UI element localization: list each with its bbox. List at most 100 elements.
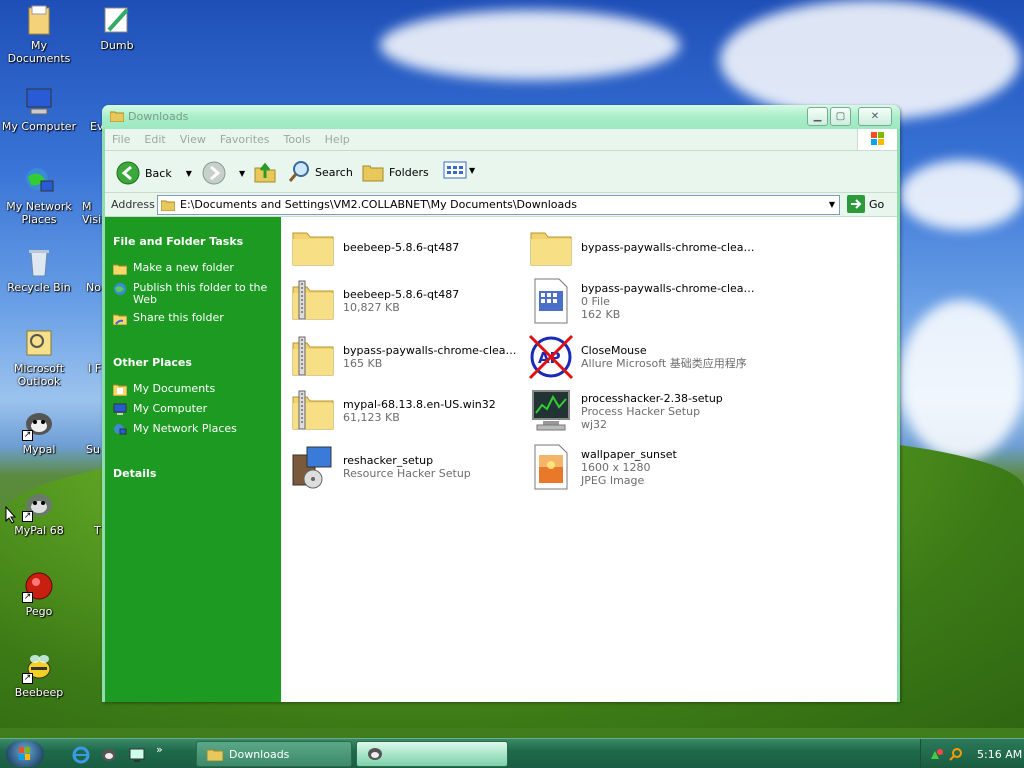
mypal-icon <box>368 748 382 760</box>
desktop-icon-beebeep[interactable]: ↗ Beebeep <box>0 651 78 699</box>
details-heading[interactable]: Details <box>113 467 156 480</box>
desktop-icon-label: Pego <box>25 605 53 618</box>
windows-logo-icon <box>857 129 897 150</box>
quick-launch-overflow-icon[interactable]: » <box>156 743 163 764</box>
internet-explorer-icon[interactable] <box>72 746 90 764</box>
menu-edit[interactable]: Edit <box>137 129 172 150</box>
address-input[interactable]: E:\Documents and Settings\VM2.COLLABNET\… <box>157 195 840 215</box>
network-places-icon <box>114 424 127 435</box>
up-folder-button[interactable] <box>253 160 277 184</box>
desktop-icon-label: My Network Places <box>6 200 72 226</box>
pego-icon: ↗ <box>22 570 55 603</box>
start-button[interactable] <box>6 741 44 767</box>
publish-folder-link[interactable]: Publish this folder to the Web <box>113 282 273 306</box>
up-folder-icon <box>254 162 276 183</box>
file-item[interactable]: bypass-paywalls-chrome-clean-3.... 0 File… <box>527 277 761 325</box>
desktop-icon-dumb[interactable]: Dumb <box>78 4 156 52</box>
file-item[interactable]: AP CloseMouseAllure Microsoft 基础类应用程序 <box>527 333 757 381</box>
task-label: Publish this folder to the Web <box>133 281 268 306</box>
go-arrow-icon <box>847 195 865 213</box>
file-item[interactable]: processhacker-2.38-setup Process Hacker S… <box>527 387 757 435</box>
chevron-down-icon[interactable]: ▼ <box>239 169 245 178</box>
my-network-places-link[interactable]: My Network Places <box>113 423 273 436</box>
place-label: My Computer <box>133 402 208 415</box>
my-computer-link[interactable]: My Computer <box>113 403 273 416</box>
search-tray-icon[interactable] <box>949 747 963 761</box>
chevron-down-icon[interactable]: ▼ <box>469 166 475 175</box>
taskbar-button-mypal[interactable] <box>356 741 508 767</box>
file-description: Resource Hacker Setup <box>343 467 471 480</box>
network-tray-icon[interactable] <box>929 747 943 761</box>
file-item[interactable]: beebeep-5.8.6-qt487 10,827 KB <box>289 277 519 325</box>
desktop-icon-outlook[interactable]: Microsoft Outlook <box>0 327 78 388</box>
zip-folder-icon <box>289 387 337 435</box>
mypal-icon[interactable] <box>100 746 118 764</box>
desktop-icon-label: I F <box>88 362 102 375</box>
desktop-icon-mypal[interactable]: ↗ Mypal <box>0 408 78 456</box>
folder-icon <box>110 111 124 122</box>
maximize-button[interactable]: ▢ <box>830 107 851 126</box>
clock[interactable]: 5:16 AM <box>977 748 1022 761</box>
desktop-icon-recycle-bin[interactable]: Recycle Bin <box>0 246 78 294</box>
file-item[interactable]: beebeep-5.8.6-qt487 <box>289 223 519 271</box>
go-button[interactable]: Go <box>847 195 884 213</box>
close-button[interactable]: ✕ <box>858 107 892 126</box>
title-bar[interactable]: Downloads ▁ ▢ ✕ <box>102 105 900 129</box>
desktop-icon-notepad[interactable]: No <box>84 246 102 294</box>
menu-file[interactable]: File <box>105 129 137 150</box>
mouse-cursor-icon <box>5 506 17 524</box>
file-item[interactable]: reshacker_setup Resource Hacker Setup <box>289 443 519 491</box>
desktop-icon-network-places[interactable]: My Network Places <box>0 165 78 226</box>
shortcut-arrow-icon: ↗ <box>22 592 33 603</box>
mypal-icon: ↗ <box>22 408 55 441</box>
wallpaper-cloud <box>900 160 1024 230</box>
file-name: CloseMouse <box>581 344 647 357</box>
outlook-icon <box>23 327 55 359</box>
back-arrow-icon <box>116 161 140 185</box>
file-item[interactable]: bypass-paywalls-chrome-clean-v... <box>527 223 761 271</box>
processhacker-icon <box>527 387 575 435</box>
recycle-bin-icon <box>23 246 55 278</box>
file-item[interactable]: wallpaper_sunset 1600 x 1280 JPEG Image <box>527 443 757 491</box>
make-new-folder-link[interactable]: Make a new folder <box>113 262 273 275</box>
image-dimensions: 1600 x 1280 <box>581 460 651 474</box>
back-button[interactable]: Back ▼ <box>115 160 192 186</box>
file-item[interactable]: mypal-68.13.8.en-US.win32 61,123 KB <box>289 387 519 435</box>
my-documents-icon <box>23 4 55 36</box>
taskbar-button-downloads[interactable]: Downloads <box>196 741 352 767</box>
menu-help[interactable]: Help <box>318 129 357 150</box>
desktop-icon-app[interactable]: T <box>92 489 102 537</box>
desktop-icon-my-documents[interactable]: My Documents <box>0 4 78 65</box>
my-computer-icon <box>113 403 127 415</box>
forward-arrow-icon <box>202 161 226 185</box>
file-item[interactable]: bypass-paywalls-chrome-clean-v... 165 KB <box>289 333 523 381</box>
address-dropdown-icon[interactable]: ▼ <box>829 196 835 214</box>
desktop-icon-app[interactable]: I F <box>86 327 102 375</box>
show-desktop-icon[interactable] <box>128 746 146 764</box>
desktop-icon-label: Recycle Bin <box>7 281 71 294</box>
minimize-button[interactable]: ▁ <box>807 107 828 126</box>
file-folder-tasks-heading[interactable]: File and Folder Tasks <box>113 235 243 248</box>
menu-view[interactable]: View <box>173 129 213 150</box>
search-button[interactable]: Search <box>287 160 353 184</box>
desktop-icon-app[interactable]: Su <box>84 408 102 456</box>
views-button[interactable]: ▼ <box>443 160 475 180</box>
desktop-icon-visio[interactable]: M Visi <box>78 165 102 226</box>
file-size: 165 KB <box>343 357 383 370</box>
my-documents-link[interactable]: My Documents <box>113 383 273 396</box>
task-pane: File and Folder Tasks Make a new folder … <box>105 217 281 702</box>
share-folder-link[interactable]: Share this folder <box>113 312 273 325</box>
desktop-icon-pego[interactable]: ↗ Pego <box>0 570 78 618</box>
explorer-window[interactable]: Downloads ▁ ▢ ✕ File Edit View Favorites Too… <box>102 105 900 702</box>
file-type: 0 File <box>581 294 610 308</box>
menu-tools[interactable]: Tools <box>277 129 318 150</box>
other-places-heading[interactable]: Other Places <box>113 356 192 369</box>
desktop-icon-label: M Visi <box>82 200 102 226</box>
menu-favorites[interactable]: Favorites <box>213 129 277 150</box>
my-documents-icon <box>113 384 127 396</box>
file-name: processhacker-2.38-setup <box>581 391 723 405</box>
desktop-icon-my-computer[interactable]: My Computer <box>0 85 78 133</box>
forward-button[interactable]: ▼ <box>201 160 245 186</box>
folders-button[interactable]: Folders <box>361 160 429 184</box>
chevron-down-icon[interactable]: ▼ <box>186 169 192 178</box>
